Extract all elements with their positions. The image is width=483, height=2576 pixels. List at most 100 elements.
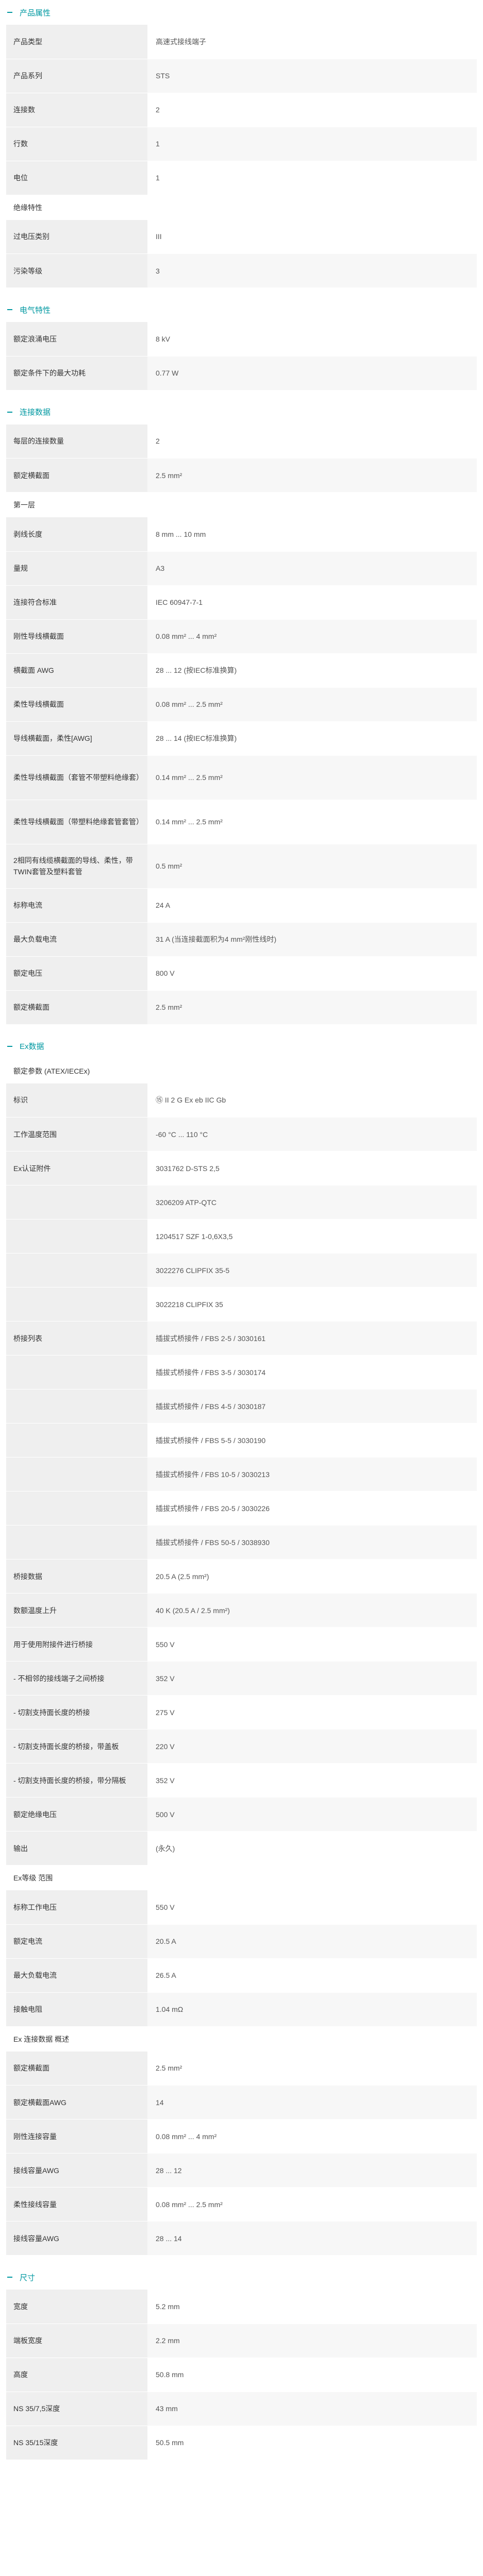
spec-value: 24 A	[147, 888, 477, 923]
spec-label: NS 35/7,5深度	[6, 2392, 147, 2426]
spec-value: 40 K (20.5 A / 2.5 mm²)	[147, 1593, 477, 1628]
section-title: 电气特性	[20, 306, 51, 315]
spec-label: 高度	[6, 2358, 147, 2392]
spec-label: 额定浪涌电压	[6, 322, 147, 357]
spec-value: 2	[147, 93, 477, 127]
spec-label: 标称工作电压	[6, 1890, 147, 1925]
spec-value: 352 V	[147, 1763, 477, 1798]
spec-label: 宽度	[6, 2290, 147, 2324]
spec-row: 额定横截面AWG 14	[6, 2085, 477, 2120]
spec-value: A3	[147, 551, 477, 586]
subheading-ex-connection: Ex 连接数据 概述	[13, 2035, 70, 2043]
spec-value: 3206209 ATP-QTC	[147, 1185, 477, 1219]
spec-value: 20.5 A	[147, 1924, 477, 1959]
section-electrical: 电气特性 额定浪涌电压 8 kV 额定条件下的最大功耗 0.77 W	[0, 297, 483, 391]
spec-row: 额定电压 800 V	[6, 956, 477, 991]
spec-row: 插拔式桥接件 / FBS 5-5 / 3030190	[6, 1423, 477, 1458]
section-header-ex[interactable]: Ex数据	[0, 1033, 483, 1059]
spec-label: 每层的连接数量	[6, 424, 147, 459]
spec-row: 过电压类别 III	[6, 219, 477, 254]
collapse-dash-icon	[7, 411, 12, 413]
spec-row: 额定横截面 2.5 mm²	[6, 2051, 477, 2086]
ex-params-table: 标识 ⑮ II 2 G Ex eb IIC Gb 工作温度范围 -60 °C ... …	[6, 1083, 477, 1866]
spec-value: 插拔式桥接件 / FBS 5-5 / 3030190	[147, 1423, 477, 1458]
spec-value: 550 V	[147, 1627, 477, 1662]
electrical-table: 额定浪涌电压 8 kV 额定条件下的最大功耗 0.77 W	[6, 322, 477, 391]
spec-value: 50.8 mm	[147, 2358, 477, 2392]
section-connection: 连接数据 每层的连接数量 2 额定横截面 2.5 mm² 第一层 剥线长度 8 mm .…	[0, 399, 483, 1025]
spec-label: 过电压类别	[6, 219, 147, 254]
spec-value: ⑮ II 2 G Ex eb IIC Gb	[147, 1083, 477, 1117]
section-header-product[interactable]: 产品属性	[0, 0, 483, 25]
spec-row: 1204517 SZF 1-0,6X3,5	[6, 1219, 477, 1253]
spec-value: 8 mm ... 10 mm	[147, 517, 477, 552]
spec-label: 桥接数据	[6, 1559, 147, 1594]
section-header-electrical[interactable]: 电气特性	[0, 297, 483, 322]
spec-label: 额定电流	[6, 1924, 147, 1959]
spec-label	[6, 1491, 147, 1526]
subheading-ex-params: 额定参数 (ATEX/IECEx)	[13, 1066, 90, 1075]
spec-row: 额定横截面 2.5 mm²	[6, 990, 477, 1025]
spec-label: 桥接列表	[6, 1321, 147, 1355]
insulation-table: 过电压类别 III 污染等级 3	[6, 219, 477, 288]
spec-value: 8 kV	[147, 322, 477, 357]
spec-value: 2.5 mm²	[147, 458, 477, 493]
spec-value: 28 ... 12 (按IEC标准换算)	[147, 653, 477, 688]
spec-value: 550 V	[147, 1890, 477, 1925]
spec-label: 剥线长度	[6, 517, 147, 552]
spec-row: 行数 1	[6, 127, 477, 161]
spec-row: 额定条件下的最大功耗 0.77 W	[6, 356, 477, 391]
spec-label: 额定绝缘电压	[6, 1797, 147, 1832]
spec-label	[6, 1185, 147, 1219]
spec-value: 50.5 mm	[147, 2426, 477, 2460]
collapse-dash-icon	[7, 309, 12, 310]
spec-row: 刚性导线横截面 0.08 mm² ... 4 mm²	[6, 619, 477, 654]
section-header-connection[interactable]: 连接数据	[0, 399, 483, 425]
spec-value: 0.08 mm² ... 4 mm²	[147, 619, 477, 654]
spec-row: 3206209 ATP-QTC	[6, 1185, 477, 1219]
spec-value: 插拔式桥接件 / FBS 3-5 / 3030174	[147, 1355, 477, 1389]
spec-row: 标称电流 24 A	[6, 888, 477, 923]
spec-label: 导线横截面，柔性[AWG]	[6, 721, 147, 756]
spec-value: 0.14 mm² ... 2.5 mm²	[147, 800, 477, 844]
spec-label: 横截面 AWG	[6, 653, 147, 688]
spec-value: -60 °C ... 110 °C	[147, 1117, 477, 1151]
spec-row: 工作温度范围 -60 °C ... 110 °C	[6, 1117, 477, 1151]
spec-row: 2相同有线缆横截面的导线、柔性，带TWIN套管及塑料套管 0.5 mm²	[6, 844, 477, 889]
spec-value: IEC 60947-7-1	[147, 585, 477, 620]
spec-label: 工作温度范围	[6, 1117, 147, 1151]
spec-value: 高速式接线端子	[147, 25, 477, 59]
spec-value: 3022218 CLIPFIX 35	[147, 1287, 477, 1321]
spec-label: - 不相邻的接线端子之间桥接	[6, 1661, 147, 1696]
spec-row: 宽度 5.2 mm	[6, 2290, 477, 2324]
section-header-dimensions[interactable]: 尺寸	[0, 2265, 483, 2290]
spec-value: 26.5 A	[147, 1958, 477, 1993]
spec-value: 2.5 mm²	[147, 990, 477, 1025]
spec-row: 柔性导线横截面（套管不带塑料绝缘套） 0.14 mm² ... 2.5 mm²	[6, 755, 477, 800]
spec-value: 800 V	[147, 956, 477, 991]
spec-label	[6, 1457, 147, 1492]
spec-value: 插拔式桥接件 / FBS 4-5 / 3030187	[147, 1389, 477, 1423]
spec-row: 刚性连接容量 0.08 mm² ... 4 mm²	[6, 2119, 477, 2154]
spec-row: 额定浪涌电压 8 kV	[6, 322, 477, 357]
spec-row: 剥线长度 8 mm ... 10 mm	[6, 517, 477, 552]
spec-value: 3022276 CLIPFIX 35-5	[147, 1253, 477, 1287]
subheading-ex-terminal: Ex等级 范围	[13, 1874, 53, 1882]
spec-row: 插拔式桥接件 / FBS 3-5 / 3030174	[6, 1355, 477, 1389]
spec-value: 插拔式桥接件 / FBS 50-5 / 3038930	[147, 1525, 477, 1560]
spec-value: 插拔式桥接件 / FBS 2-5 / 3030161	[147, 1321, 477, 1355]
spec-value: 插拔式桥接件 / FBS 20-5 / 3030226	[147, 1491, 477, 1526]
spec-value: 0.08 mm² ... 4 mm²	[147, 2119, 477, 2154]
spec-value: 500 V	[147, 1797, 477, 1832]
spec-label	[6, 1219, 147, 1253]
spec-label: 标称电流	[6, 888, 147, 923]
spec-label: 行数	[6, 127, 147, 161]
spec-row: Ex认证附件 3031762 D-STS 2,5	[6, 1151, 477, 1185]
section-title: 尺寸	[20, 2273, 36, 2282]
spec-value: 3	[147, 253, 477, 288]
subheading-insulation: 绝缘特性	[13, 203, 42, 212]
spec-label: 柔性接线容量	[6, 2187, 147, 2222]
spec-value: 0.14 mm² ... 2.5 mm²	[147, 755, 477, 800]
spec-label: - 切割支持面长度的桥接，带盖板	[6, 1729, 147, 1764]
spec-label: 柔性导线横截面（带塑料绝缘套管套管）	[6, 800, 147, 844]
